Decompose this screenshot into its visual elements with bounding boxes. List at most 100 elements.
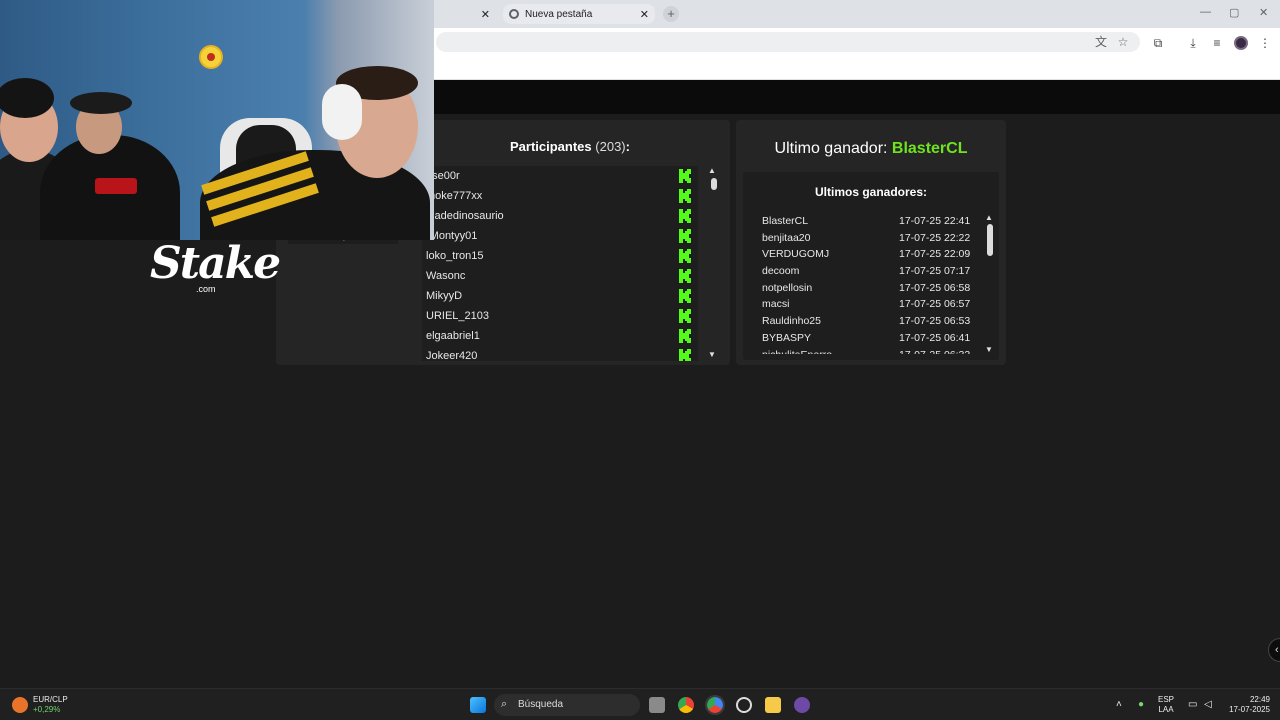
app-icon[interactable] [736,697,752,713]
participant-name: loko_tron15 [426,250,484,262]
kick-icon [679,249,691,263]
participants-count: (203) [595,139,626,154]
maximize-icon[interactable]: ▢ [1229,6,1239,19]
search-placeholder: Búsqueda [518,699,564,710]
address-bar[interactable]: 文 ☆ [436,32,1140,52]
taskbar: EUR/CLP +0,29% ⌕ Búsqueda ˄ ● ESP LAA ▭ … [0,688,1280,720]
star-icon[interactable]: ☆ [1116,35,1130,49]
ticker-delta: +0,29% [33,705,61,714]
scroll-thumb[interactable] [711,178,717,190]
chevron-left-icon[interactable]: ‹ [1268,638,1280,662]
extensions-icon[interactable]: ⧉ [1150,35,1166,51]
tab-new-tab[interactable]: Nueva pestaña ✕ [503,4,655,24]
participant-row: Jokeer420 [422,346,698,361]
chevron-up-icon[interactable]: ˄ [1116,699,1122,710]
windows-start-icon[interactable] [470,697,486,713]
participants-title-colon: : [625,139,630,154]
winner-name: pichulitaEnerro [762,349,832,355]
new-tab-button[interactable]: + [663,6,679,22]
kick-icon [679,329,691,343]
tab-current[interactable]: ✕ [436,4,496,24]
chrome-profile-icon[interactable] [705,695,725,715]
ticker-name: EUR/CLP [33,695,68,704]
clock-time: 22:49 [1249,695,1270,704]
ticker-widget[interactable]: EUR/CLP +0,29% [33,695,68,715]
clock[interactable]: 22:49 17-07-2025 [1226,695,1270,715]
winner-date: 17-07-25 06:57 [899,298,971,311]
participant-row: moke777xx [422,186,698,206]
winners-scrollbar[interactable]: ▲ ▼ [983,213,995,354]
language-top: ESP [1158,695,1175,704]
winner-row: VERDUGOMJ 17-07-25 22:09 [755,246,975,263]
winner-date: 17-07-25 22:41 [899,215,971,227]
volume-icon[interactable]: ◁ [1204,699,1212,710]
winner-date: 17-07-25 22:22 [899,231,971,244]
tab-label: Nueva pestaña [525,8,593,20]
taskbar-search[interactable]: ⌕ Búsqueda [494,694,640,716]
media-player-icon[interactable] [794,697,810,713]
participant-name: elgaabriel1 [426,330,480,342]
winners-list-box: Ultimos ganadores: BlasterCL 17-07-25 22:… [743,172,999,360]
download-icon[interactable]: ⤓ [1185,35,1201,51]
close-window-icon[interactable]: ✕ [1259,6,1268,19]
club-crest-icon [199,45,223,69]
language-indicator[interactable]: ESP LAA [1158,695,1174,715]
stake-logo-domain: .com [196,284,216,294]
scroll-down-icon[interactable]: ▼ [984,345,994,354]
file-explorer-icon[interactable] [765,697,781,713]
winner-row: macsi 17-07-25 06:57 [755,296,975,313]
search-icon: ⌕ [501,698,508,710]
chrome-favicon-icon [509,9,519,19]
participant-row: elgaabriel1 [422,326,698,346]
participant-row: loko_tron15 [422,246,698,266]
kick-icon [679,289,691,303]
winner-row: benjitaa20 17-07-25 22:22 [755,230,975,247]
winner-row: pichulitaEnerro 17-07-25 06:33 [755,347,975,355]
tab-close-icon[interactable]: ✕ [640,8,649,21]
participants-scrollbar[interactable]: ▲ ▼ [706,166,718,361]
chrome-icon[interactable] [678,697,694,713]
profile-avatar[interactable] [1234,36,1248,50]
participant-name: MikyyD [426,290,463,302]
participant-row: rMontyy01 [422,226,698,246]
kick-icon [679,229,691,243]
scroll-up-icon[interactable]: ▲ [707,166,717,175]
weather-widget-icon[interactable] [12,697,28,713]
scroll-up-icon[interactable]: ▲ [984,213,994,222]
last-winner-name: BlasterCL [891,140,968,157]
minimize-icon[interactable]: — [1200,6,1211,18]
winners-list: BlasterCL 17-07-25 22:41 benjitaa20 17-07-2… [755,213,975,354]
winner-date: 17-07-25 06:41 [899,331,971,344]
participant-name: Jokeer420 [426,350,478,361]
winner-date: 17-07-25 22:09 [899,248,971,261]
winner-name: decoom [762,265,800,278]
participants-title: Participantes (203): [510,139,630,154]
tab-close-icon[interactable]: ✕ [481,8,490,21]
winners-list-title: Ultimos ganadores: [814,185,928,199]
winner-row: notpellosin 17-07-25 06:58 [755,280,975,297]
stake-logo: Stake .com [150,238,281,298]
winner-date: 17-07-25 07:17 [899,265,971,278]
scroll-thumb[interactable] [987,224,993,256]
task-view-icon[interactable] [649,697,665,713]
winner-row: BYBASPY 17-07-25 06:41 [755,330,975,347]
winner-date: 17-07-25 06:33 [899,349,970,355]
winner-name: VERDUGOMJ [762,248,830,261]
participant-row: ose00r [422,166,698,186]
last-winner-label: Ultimo ganador: [774,140,892,157]
menu-icon[interactable]: ⋮ [1257,35,1273,51]
last-winner-heading: Ultimo ganador: BlasterCL [736,140,1006,158]
cap [70,92,132,114]
winners-panel: Ultimo ganador: BlasterCL Ultimos ganado… [736,120,1006,365]
reading-list-icon[interactable]: ≡ [1209,35,1225,51]
scroll-down-icon[interactable]: ▼ [707,350,717,359]
winner-name: macsi [762,298,790,311]
language-bottom: LAA [1158,705,1174,714]
kick-icon [679,189,691,203]
winner-date: 17-07-25 06:53 [899,315,971,328]
stake-logo-word: Stake [150,238,281,289]
network-icon[interactable]: ▭ [1188,699,1197,710]
microphone-icon[interactable]: ● [1138,699,1144,710]
participants-list: ose00r moke777xx uladedinosaurio rMontyy01 l… [422,166,698,361]
translate-icon[interactable]: 文 [1094,35,1108,49]
